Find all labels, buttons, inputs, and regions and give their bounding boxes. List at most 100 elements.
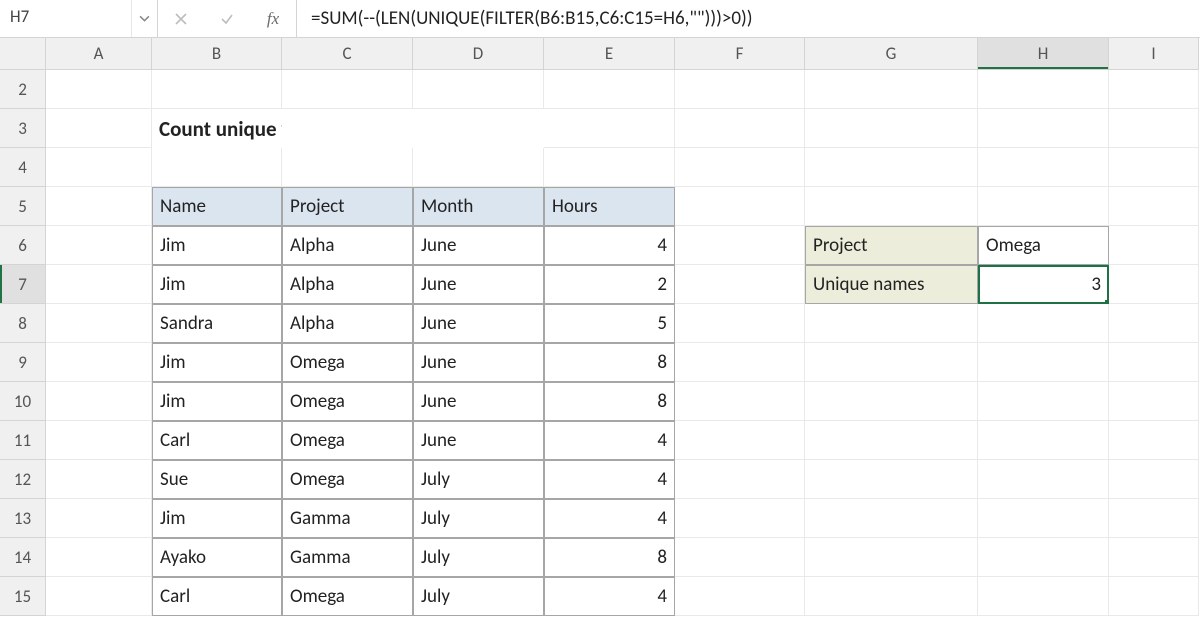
table-cell[interactable]: 4	[544, 226, 675, 265]
cell[interactable]	[978, 70, 1109, 109]
cell[interactable]	[46, 382, 152, 421]
table-cell[interactable]: Alpha	[282, 304, 413, 343]
table-header-name[interactable]: Name	[152, 187, 282, 226]
cell[interactable]	[1109, 70, 1199, 109]
col-header-I[interactable]: I	[1109, 38, 1199, 70]
cell[interactable]	[805, 460, 978, 499]
table-cell[interactable]: Carl	[152, 421, 282, 460]
row-header-14[interactable]: 14	[0, 538, 46, 577]
table-cell[interactable]: June	[413, 226, 544, 265]
cell[interactable]	[805, 304, 978, 343]
col-header-D[interactable]: D	[413, 38, 544, 70]
cell[interactable]	[1109, 226, 1199, 265]
cell[interactable]	[978, 109, 1109, 148]
table-cell[interactable]: Omega	[282, 460, 413, 499]
cell[interactable]	[1109, 382, 1199, 421]
table-cell[interactable]: 8	[544, 538, 675, 577]
fx-label[interactable]: fx	[250, 0, 296, 37]
cell[interactable]	[675, 421, 805, 460]
table-cell[interactable]: Jim	[152, 499, 282, 538]
cell[interactable]	[46, 148, 152, 187]
cell[interactable]	[978, 304, 1109, 343]
cell[interactable]	[675, 538, 805, 577]
cell[interactable]	[1109, 499, 1199, 538]
cell[interactable]	[152, 70, 282, 109]
col-header-C[interactable]: C	[282, 38, 413, 70]
row-header-6[interactable]: 6	[0, 226, 46, 265]
cell[interactable]	[46, 460, 152, 499]
table-cell[interactable]: Jim	[152, 343, 282, 382]
table-cell[interactable]: 8	[544, 343, 675, 382]
name-box[interactable]: H7	[0, 0, 131, 37]
cell[interactable]	[46, 499, 152, 538]
row-header-7[interactable]: 7	[0, 265, 46, 304]
cell[interactable]	[46, 577, 152, 616]
cell[interactable]	[978, 460, 1109, 499]
cell[interactable]	[1109, 265, 1199, 304]
cell[interactable]	[1109, 148, 1199, 187]
cell[interactable]	[1109, 343, 1199, 382]
cancel-formula-button[interactable]	[158, 0, 204, 37]
col-header-F[interactable]: F	[675, 38, 805, 70]
table-cell[interactable]: Sandra	[152, 304, 282, 343]
cell[interactable]	[805, 499, 978, 538]
table-cell[interactable]: June	[413, 421, 544, 460]
formula-input[interactable]: =SUM(--(LEN(UNIQUE(FILTER(B6:B15,C6:C15=…	[297, 0, 1200, 37]
cell[interactable]	[675, 577, 805, 616]
col-header-H[interactable]: H	[978, 38, 1109, 70]
row-header-12[interactable]: 12	[0, 460, 46, 499]
table-cell[interactable]: June	[413, 265, 544, 304]
col-header-A[interactable]: A	[46, 38, 152, 70]
cell[interactable]	[544, 109, 675, 148]
title-cell[interactable]: Count unique values with criteria	[152, 109, 282, 148]
cell[interactable]	[1109, 304, 1199, 343]
cell[interactable]	[46, 109, 152, 148]
table-cell[interactable]: Omega	[282, 382, 413, 421]
cell[interactable]	[1109, 460, 1199, 499]
table-cell[interactable]: Omega	[282, 577, 413, 616]
select-all-corner[interactable]	[0, 38, 46, 70]
row-header-13[interactable]: 13	[0, 499, 46, 538]
cell[interactable]	[675, 499, 805, 538]
cell[interactable]	[282, 109, 413, 148]
table-cell[interactable]: Alpha	[282, 265, 413, 304]
table-cell[interactable]: 4	[544, 460, 675, 499]
table-cell[interactable]: 2	[544, 265, 675, 304]
table-cell[interactable]: Jim	[152, 226, 282, 265]
cell[interactable]	[805, 577, 978, 616]
cell[interactable]	[282, 70, 413, 109]
cell[interactable]	[805, 187, 978, 226]
cell[interactable]	[978, 538, 1109, 577]
cell[interactable]	[1109, 421, 1199, 460]
table-cell[interactable]: July	[413, 460, 544, 499]
col-header-E[interactable]: E	[544, 38, 675, 70]
table-cell[interactable]: Sue	[152, 460, 282, 499]
cell[interactable]	[675, 109, 805, 148]
table-cell[interactable]: Omega	[282, 343, 413, 382]
table-cell[interactable]: Gamma	[282, 538, 413, 577]
cell[interactable]	[544, 70, 675, 109]
cell[interactable]	[1109, 109, 1199, 148]
cell[interactable]	[675, 265, 805, 304]
cell[interactable]	[978, 382, 1109, 421]
table-cell[interactable]: Jim	[152, 265, 282, 304]
cell[interactable]	[675, 343, 805, 382]
table-cell[interactable]: 8	[544, 382, 675, 421]
table-cell[interactable]: July	[413, 538, 544, 577]
table-cell[interactable]: 5	[544, 304, 675, 343]
table-cell[interactable]: July	[413, 577, 544, 616]
table-cell[interactable]: 4	[544, 499, 675, 538]
cell[interactable]	[1109, 538, 1199, 577]
table-cell[interactable]: Omega	[282, 421, 413, 460]
cell[interactable]	[1109, 577, 1199, 616]
cell[interactable]	[675, 226, 805, 265]
cell[interactable]	[805, 421, 978, 460]
cell[interactable]	[805, 148, 978, 187]
cell[interactable]	[282, 148, 413, 187]
row-header-4[interactable]: 4	[0, 148, 46, 187]
enter-formula-button[interactable]	[204, 0, 250, 37]
table-header-project[interactable]: Project	[282, 187, 413, 226]
table-cell[interactable]: 4	[544, 421, 675, 460]
row-header-3[interactable]: 3	[0, 109, 46, 148]
table-cell[interactable]: July	[413, 499, 544, 538]
